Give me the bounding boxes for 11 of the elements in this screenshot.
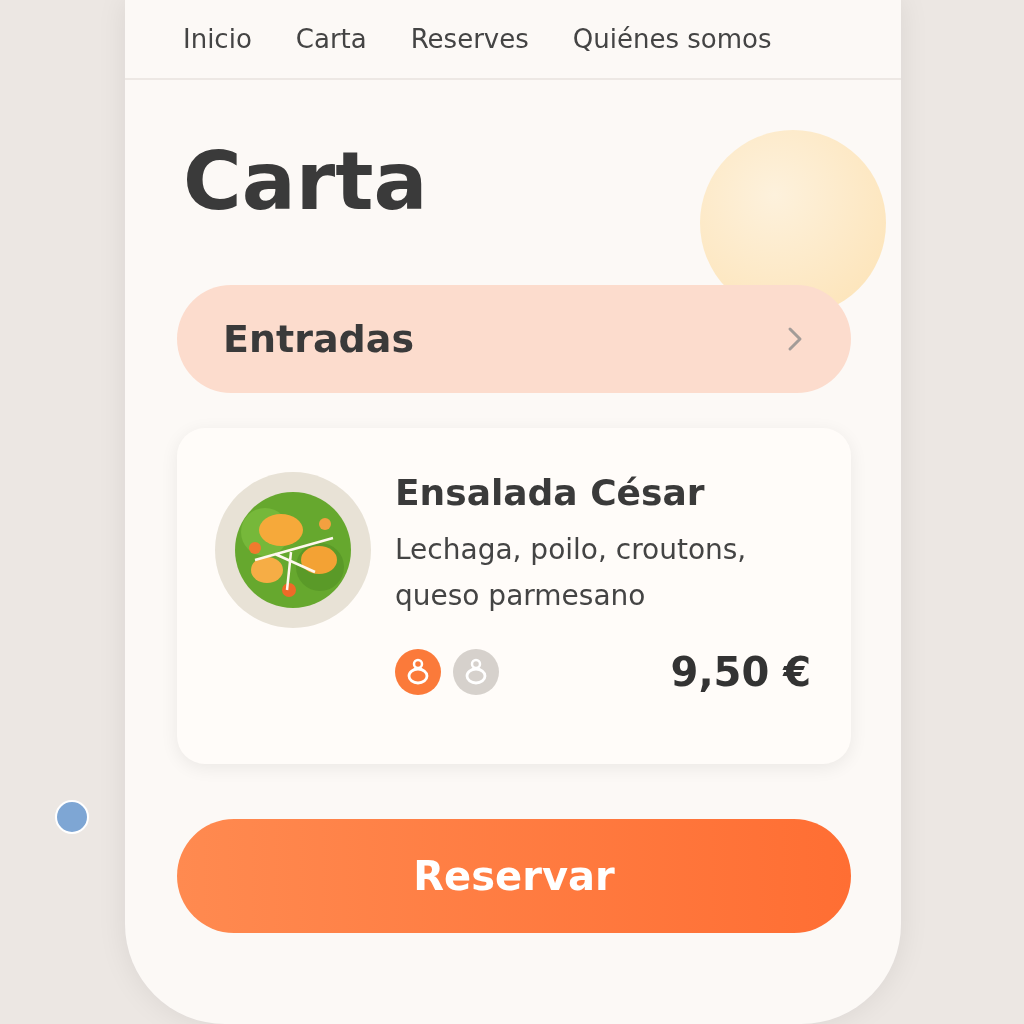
nav-link[interactable]: Inicio: [183, 24, 252, 54]
dish-price: 9,50 €: [670, 649, 811, 695]
page-title: Carta: [183, 142, 428, 222]
dot-marker: [55, 800, 89, 834]
nav-link[interactable]: Reserves: [410, 24, 529, 54]
nav-link[interactable]: Quiénes somos: [572, 24, 772, 54]
chevron-icon: [787, 326, 803, 352]
nav-link[interactable]: Carta: [295, 24, 367, 54]
dish-name: Ensalada César: [395, 472, 706, 513]
category-selector[interactable]: Entradas: [177, 285, 851, 393]
dish-description: Lechaga, poilo, croutons, queso parmesano: [395, 532, 748, 614]
